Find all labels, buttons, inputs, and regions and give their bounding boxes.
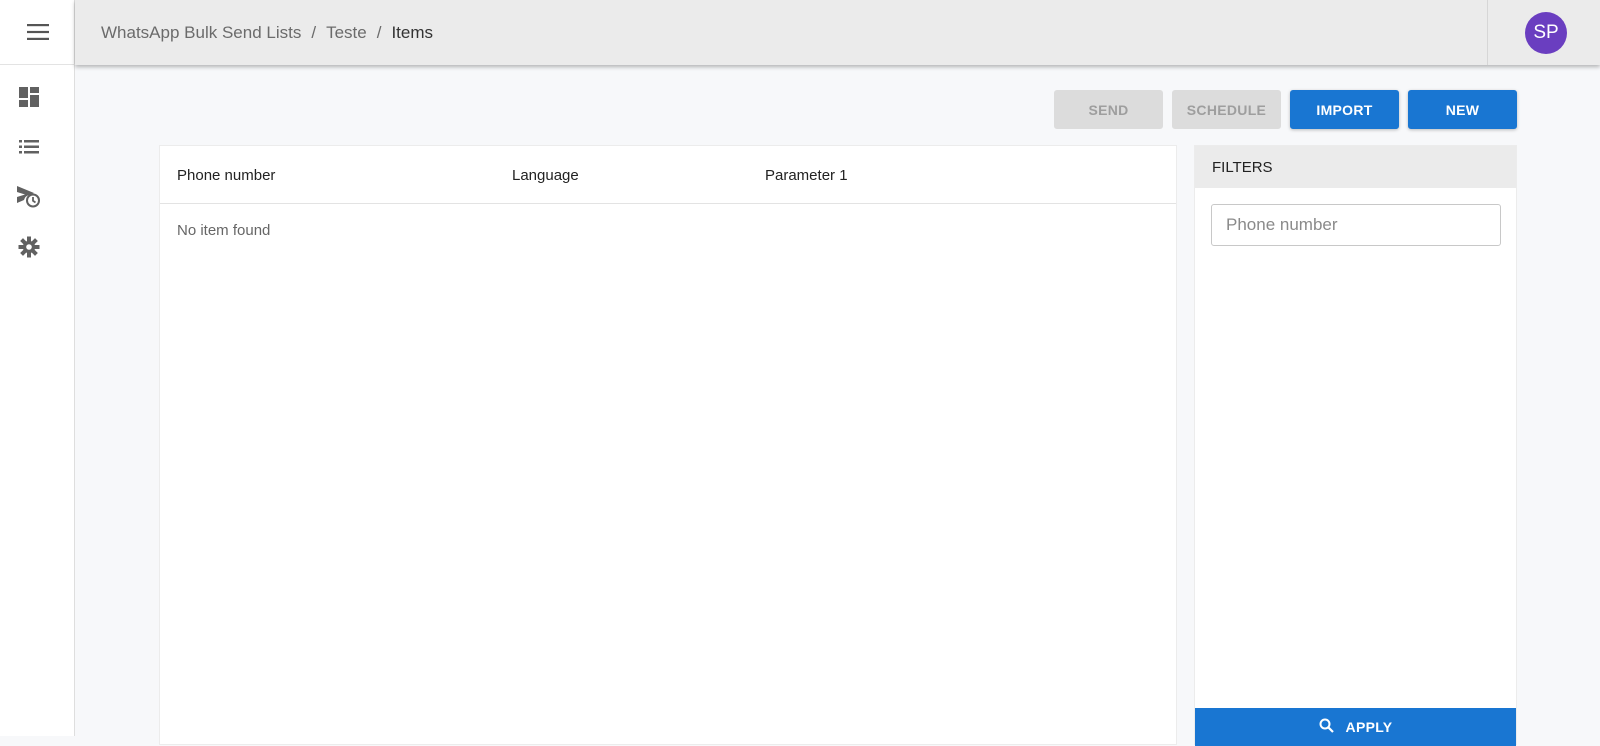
dashboard-icon [19, 86, 39, 112]
column-header-phone[interactable]: Phone number [177, 146, 275, 204]
breadcrumb-item-lists[interactable]: WhatsApp Bulk Send Lists [101, 23, 301, 43]
table-header: Phone number Language Parameter 1 [160, 146, 1176, 204]
sidebar [0, 0, 75, 736]
schedule-button[interactable]: SCHEDULE [1172, 90, 1281, 129]
phone-number-filter-input[interactable] [1211, 204, 1501, 246]
apply-button[interactable]: APPLY [1195, 708, 1516, 746]
empty-state-text: No item found [177, 222, 271, 239]
hamburger-menu-icon[interactable] [0, 0, 75, 65]
send-schedule-icon [17, 185, 41, 213]
new-button[interactable]: NEW [1408, 90, 1517, 129]
search-icon [1319, 718, 1346, 736]
breadcrumb-separator: / [376, 22, 382, 42]
sidebar-item-dashboard[interactable] [16, 86, 42, 112]
column-header-parameter-1[interactable]: Parameter 1 [765, 146, 848, 204]
breadcrumb-item-list[interactable]: Teste [326, 23, 367, 43]
breadcrumb-item-current: Items [391, 22, 433, 42]
sidebar-item-scheduled-sends[interactable] [16, 185, 42, 213]
send-button[interactable]: SEND [1054, 90, 1163, 129]
import-button[interactable]: IMPORT [1290, 90, 1399, 129]
topbar-divider [1487, 0, 1488, 65]
avatar[interactable]: SP [1525, 12, 1567, 54]
breadcrumb: WhatsApp Bulk Send Lists / Teste / Items [101, 0, 433, 65]
sidebar-item-settings[interactable] [16, 236, 42, 262]
breadcrumb-separator: / [311, 22, 317, 42]
list-icon [19, 139, 39, 159]
filters-title: FILTERS [1195, 146, 1516, 188]
items-table: Phone number Language Parameter 1 No ite… [159, 145, 1177, 745]
column-header-language[interactable]: Language [512, 146, 579, 204]
gear-icon [18, 236, 40, 263]
sidebar-item-lists[interactable] [16, 136, 42, 162]
top-bar: WhatsApp Bulk Send Lists / Teste / Items… [75, 0, 1600, 65]
filters-panel: FILTERS APPLY [1194, 145, 1517, 746]
apply-label: APPLY [1345, 719, 1393, 735]
